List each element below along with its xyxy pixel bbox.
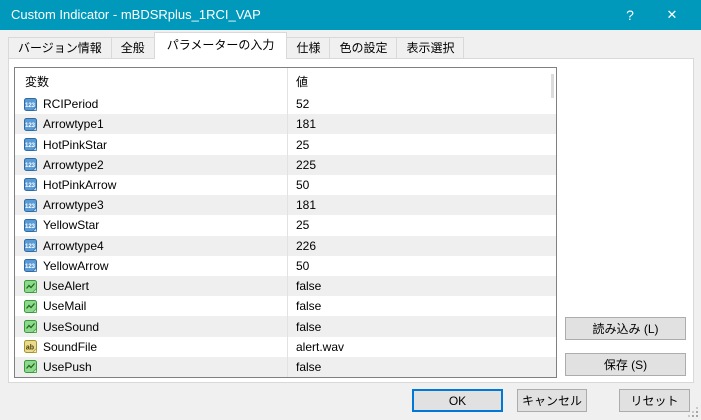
svg-text:123: 123	[25, 102, 36, 108]
column-header-value: 値	[287, 68, 556, 94]
svg-text:123: 123	[25, 143, 36, 149]
svg-text:123: 123	[25, 244, 36, 250]
parameter-value[interactable]: false	[287, 316, 556, 337]
svg-text:123: 123	[25, 123, 36, 129]
parameter-name: SoundFile	[43, 339, 98, 354]
numeric-123-icon: 123	[24, 158, 37, 172]
table-scrollbar-thumb[interactable]	[551, 74, 554, 98]
parameter-name: UsePush	[43, 359, 92, 374]
numeric-123-icon: 123	[24, 138, 37, 152]
reset-button[interactable]: リセット	[619, 389, 690, 412]
parameter-name: Arrowtype2	[43, 157, 104, 172]
tab-bar: バージョン情報 全般 パラメーターの入力 仕様 色の設定 表示選択	[8, 32, 694, 59]
table-row[interactable]: 123 Arrowtype4 226	[15, 235, 556, 256]
numeric-123-icon: 123	[24, 198, 37, 212]
custom-indicator-dialog: Custom Indicator - mBDSRplus_1RCI_VAP ? …	[0, 0, 701, 420]
bool-chart-icon	[24, 279, 37, 293]
parameter-value[interactable]: false	[287, 356, 556, 378]
parameter-value[interactable]: 181	[287, 195, 556, 216]
parameter-table-body: 123 RCIPeriod 52 123 Arrowtype1 181 123 …	[15, 94, 556, 378]
parameter-value[interactable]: 225	[287, 154, 556, 175]
parameter-value[interactable]: 25	[287, 134, 556, 155]
bool-chart-icon	[24, 320, 37, 334]
titlebar[interactable]: Custom Indicator - mBDSRplus_1RCI_VAP ? …	[0, 0, 701, 30]
table-row[interactable]: ab SoundFile alert.wav	[15, 336, 556, 357]
table-row[interactable]: UseAlert false	[15, 275, 556, 297]
numeric-123-icon: 123	[24, 97, 37, 111]
table-row[interactable]: 123 Arrowtype3 181	[15, 195, 556, 216]
table-row[interactable]: 123 RCIPeriod 52	[15, 94, 556, 115]
table-header-row: 変数 値	[15, 68, 556, 94]
parameter-name: YellowArrow	[43, 258, 109, 273]
parameter-value[interactable]: 50	[287, 174, 556, 196]
tab-item[interactable]: バージョン情報	[8, 37, 112, 58]
window-title: Custom Indicator - mBDSRplus_1RCI_VAP	[11, 7, 261, 22]
table-row[interactable]: UsePush false	[15, 356, 556, 378]
parameter-value[interactable]: 181	[287, 114, 556, 135]
table-row[interactable]: 123 HotPinkStar 25	[15, 134, 556, 155]
svg-text:123: 123	[25, 183, 36, 189]
table-row[interactable]: 123 YellowArrow 50	[15, 255, 556, 276]
parameter-value[interactable]: 25	[287, 215, 556, 236]
close-icon[interactable]: ✕	[657, 0, 687, 30]
table-row[interactable]: 123 Arrowtype2 225	[15, 154, 556, 175]
column-header-variable: 変数	[25, 74, 50, 89]
save-button[interactable]: 保存 (S)	[565, 353, 686, 376]
table-row[interactable]: 123 Arrowtype1 181	[15, 114, 556, 135]
svg-text:123: 123	[25, 224, 36, 230]
resize-grip-icon[interactable]	[687, 406, 698, 417]
parameter-value[interactable]: alert.wav	[287, 336, 556, 357]
tab-item[interactable]: 表示選択	[396, 37, 465, 58]
parameter-name: HotPinkStar	[43, 137, 108, 152]
parameter-value[interactable]: false	[287, 275, 556, 297]
parameter-name: HotPinkArrow	[43, 177, 117, 192]
numeric-123-icon: 123	[24, 259, 37, 273]
numeric-123-icon: 123	[24, 178, 37, 192]
load-button[interactable]: 読み込み (L)	[565, 317, 686, 340]
parameter-name: YellowStar	[43, 218, 100, 233]
parameter-value[interactable]: 52	[287, 94, 556, 115]
parameter-name: UseSound	[43, 319, 100, 334]
bool-chart-icon	[24, 299, 37, 313]
help-icon[interactable]: ?	[615, 0, 645, 30]
parameter-value[interactable]: 50	[287, 255, 556, 276]
parameter-value[interactable]: 226	[287, 235, 556, 256]
parameter-name: UseMail	[43, 299, 87, 314]
svg-text:123: 123	[25, 163, 36, 169]
numeric-123-icon: 123	[24, 239, 37, 253]
svg-text:123: 123	[25, 264, 36, 270]
table-row[interactable]: UseMail false	[15, 296, 556, 317]
cancel-button[interactable]: キャンセル	[517, 389, 587, 412]
parameter-name: RCIPeriod	[43, 97, 99, 112]
string-ab-icon: ab	[24, 340, 37, 354]
bool-chart-icon	[24, 360, 37, 374]
svg-text:123: 123	[25, 204, 36, 210]
table-row[interactable]: 123 YellowStar 25	[15, 215, 556, 236]
ok-button[interactable]: OK	[412, 389, 503, 412]
parameter-name: Arrowtype3	[43, 198, 104, 213]
parameter-name: UseAlert	[43, 279, 90, 294]
parameter-name: Arrowtype4	[43, 238, 104, 253]
svg-text:ab: ab	[26, 345, 34, 352]
table-row[interactable]: 123 HotPinkArrow 50	[15, 174, 556, 196]
parameter-value[interactable]: false	[287, 296, 556, 317]
numeric-123-icon: 123	[24, 117, 37, 131]
table-row[interactable]: UseSound false	[15, 316, 556, 337]
tab-item[interactable]: 全般	[110, 37, 155, 58]
tab-item[interactable]: 仕様	[286, 37, 331, 58]
tab-item[interactable]: パラメーターの入力	[153, 32, 288, 59]
parameter-name: Arrowtype1	[43, 117, 104, 132]
parameter-table: 変数 値 123 RCIPeriod 52 123 Arrowtype1 181…	[14, 67, 557, 378]
tab-item[interactable]: 色の設定	[329, 37, 398, 58]
numeric-123-icon: 123	[24, 218, 37, 232]
